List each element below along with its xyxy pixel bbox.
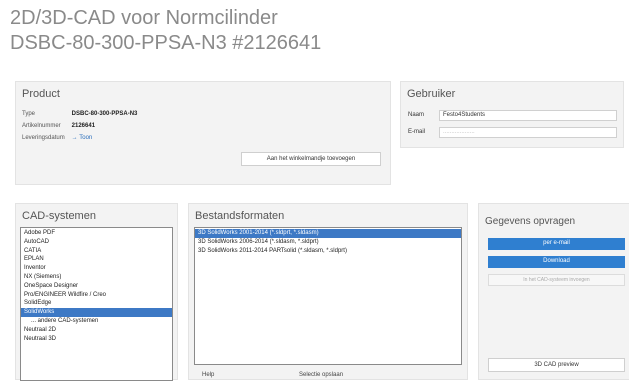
type-value: DSBC-80-300-PPSA-N3	[71, 111, 138, 117]
cad-systems-heading: CAD-systemen	[22, 210, 96, 222]
file-formats-list[interactable]: 3D SolidWorks 2001-2014 (*.sldprt, *.sld…	[194, 227, 462, 365]
file-formats-heading: Bestandsformaten	[195, 210, 285, 222]
add-to-cart-button[interactable]: Aan het winkelmandje toevoegen	[241, 152, 381, 166]
user-email-field[interactable]: ...................	[439, 127, 617, 138]
cad-systems-panel: CAD-systemen Adobe PDF AutoCAD CATIA EPL…	[15, 203, 178, 381]
cad-system-item[interactable]: Pro/ENGINEER Wildfire / Creo	[21, 291, 172, 300]
cad-system-item[interactable]: Adobe PDF	[21, 229, 172, 238]
article-value: 2126641	[71, 123, 96, 129]
cad-system-item[interactable]: CATIA	[21, 247, 172, 256]
cad-system-item[interactable]: OneSpace Designer	[21, 282, 172, 291]
delivery-row: Leveringsdatum → Toon	[22, 135, 92, 141]
user-name-label: Naam	[408, 112, 424, 118]
product-heading: Product	[22, 88, 60, 100]
email-button[interactable]: per e-mail	[488, 238, 625, 250]
cad-system-item[interactable]: AutoCAD	[21, 238, 172, 247]
type-row: Type DSBC-80-300-PPSA-N3	[22, 111, 137, 117]
insert-cad-button[interactable]: In het CAD-systeem invoegen	[488, 274, 625, 286]
cad-systems-list[interactable]: Adobe PDF AutoCAD CATIA EPLAN Inventor N…	[20, 227, 173, 381]
page-title-line1: 2D/3D-CAD voor Normcilinder	[10, 7, 278, 29]
article-row: Artikelnummer 2126641	[22, 123, 95, 129]
delivery-label: Leveringsdatum	[22, 135, 65, 141]
cad-system-item[interactable]: NX (Siemens)	[21, 273, 172, 282]
product-panel: Product Type DSBC-80-300-PPSA-N3 Artikel…	[15, 81, 391, 185]
cad-preview-button[interactable]: 3D CAD preview	[488, 358, 625, 372]
cad-system-item[interactable]: ... andere CAD-systemen	[21, 317, 172, 326]
download-button[interactable]: Download	[488, 256, 625, 268]
file-formats-panel: Bestandsformaten 3D SolidWorks 2001-2014…	[188, 203, 468, 380]
file-format-item[interactable]: 3D SolidWorks 2011-2014 PARTsolid (*.sld…	[195, 247, 461, 256]
cad-system-item[interactable]: SolidEdge	[21, 299, 172, 308]
article-label: Artikelnummer	[22, 123, 61, 129]
delivery-show-link[interactable]: → Toon	[72, 135, 93, 141]
file-format-item-selected[interactable]: 3D SolidWorks 2001-2014 (*.sldprt, *.sld…	[195, 229, 461, 238]
cad-system-item[interactable]: Neutraal 3D	[21, 335, 172, 344]
name-label: Naam	[408, 112, 425, 118]
email-label: E-mail	[408, 129, 426, 135]
request-data-panel: Gegevens opvragen per e-mail Download In…	[478, 203, 629, 380]
request-data-heading: Gegevens opvragen	[485, 216, 576, 227]
page-title-line2: DSBC-80-300-PPSA-N3 #2126641	[10, 32, 322, 54]
user-panel: Gebruiker Naam Festo4Students E-mail ...…	[400, 81, 624, 148]
cad-system-item[interactable]: EPLAN	[21, 255, 172, 264]
save-selection-link[interactable]: Selectie opslaan	[299, 372, 343, 378]
help-link[interactable]: Help	[202, 372, 214, 378]
user-heading: Gebruiker	[407, 88, 456, 100]
user-email-label: E-mail	[408, 129, 425, 135]
cad-system-item-selected[interactable]: SolidWorks	[21, 308, 172, 317]
user-name-field[interactable]: Festo4Students	[439, 110, 617, 121]
file-format-item[interactable]: 3D SolidWorks 2006-2014 (*.sldasm, *.sld…	[195, 238, 461, 247]
type-label: Type	[22, 111, 36, 117]
cad-system-item[interactable]: Inventor	[21, 264, 172, 273]
cad-system-item[interactable]: Neutraal 2D	[21, 326, 172, 335]
